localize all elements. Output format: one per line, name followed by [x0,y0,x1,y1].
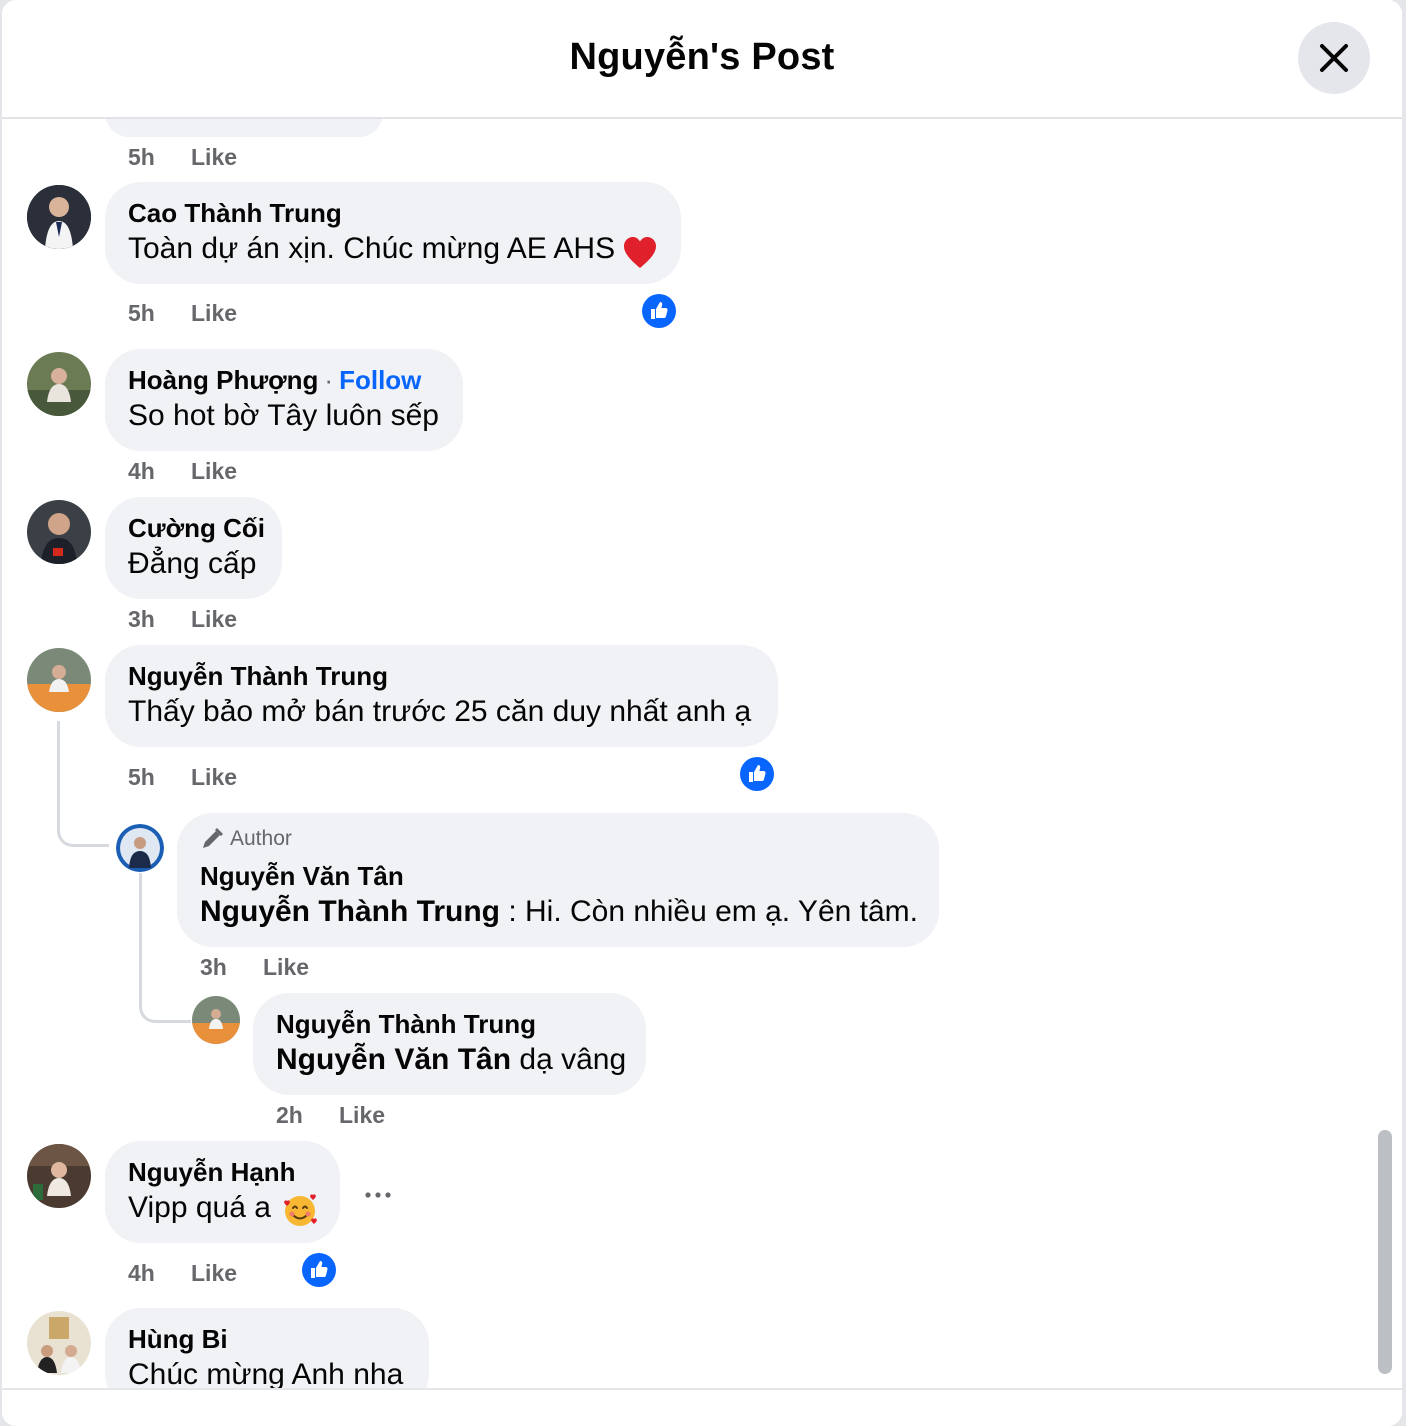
reply-body: : Hi. Còn nhiều em ạ. Yên tâm. [500,895,918,928]
smiling-face-with-hearts-icon [284,1194,317,1226]
comment-bubble-partial [105,119,383,137]
avatar[interactable] [192,996,240,1044]
avatar[interactable] [27,1144,91,1208]
comment-time: 5h [128,300,155,326]
avatar-image [27,352,91,416]
like-reaction-icon [302,1253,336,1287]
author-badge: Author [200,827,292,851]
avatar[interactable] [27,352,91,416]
follow-button[interactable]: Follow [339,365,421,395]
mention-link[interactable]: Nguyễn Văn Tân [276,1043,511,1076]
thread-line [57,721,109,847]
commenter-name[interactable]: Nguyễn Văn Tân [200,861,404,892]
commenter-name[interactable]: Nguyễn Thành Trung [128,661,388,692]
comment-time: 5h [128,764,155,790]
commenter-name[interactable]: Nguyễn Hạnh [128,1157,296,1188]
like-reaction-icon [740,757,774,791]
reply-text: Nguyễn Thành Trung : Hi. Còn nhiều em ạ.… [200,895,918,929]
comment-time: 5h [128,144,155,170]
reply-body: dạ vâng [511,1043,627,1076]
avatar-image [116,824,164,872]
commenter-name[interactable]: Nguyễn Thành Trung [276,1009,536,1040]
post-dialog: Nguyễn's Post 5h Like Cao Thành Trung To… [2,0,1402,1426]
like-link[interactable]: Like [263,954,309,981]
like-link[interactable]: Like [191,458,237,485]
reply-text: Nguyễn Văn Tân dạ vâng [276,1043,626,1077]
avatar-image [27,500,91,564]
comment-text: Chúc mừng Anh nha [128,1358,404,1389]
comment-text: So hot bờ Tây luôn sếp [128,399,439,432]
like-link[interactable]: Like [191,300,237,327]
dialog-footer [2,1388,1402,1426]
avatar-image [27,1144,91,1208]
like-link[interactable]: Like [339,1102,385,1129]
avatar-image [27,185,91,249]
pen-icon [203,828,223,848]
like-link[interactable]: Like [191,764,237,791]
reaction-badge[interactable] [640,292,678,330]
dialog-header: Nguyễn's Post [2,0,1402,119]
comments-list[interactable]: 5h Like Cao Thành Trung Toàn dự án xịn. … [2,119,1402,1389]
avatar-image [27,648,91,712]
comment-time: 4h [128,1260,155,1286]
comment-time: 3h [128,606,155,632]
commenter-name[interactable]: Hoàng Phượng [128,365,318,395]
avatar-image [27,1311,91,1375]
avatar[interactable] [27,500,91,564]
dialog-title: Nguyễn's Post [569,36,835,78]
comment-time: 4h [128,458,155,484]
avatar[interactable] [27,1311,91,1375]
mention-link[interactable]: Nguyễn Thành Trung [200,895,500,928]
commenter-name[interactable]: Hùng Bi [128,1324,228,1355]
comment-text: Vipp quá a [128,1191,271,1224]
commenter-name[interactable]: Cao Thành Trung [128,198,342,229]
red-heart-icon [624,237,656,268]
comment-time: 2h [276,1102,303,1128]
like-link[interactable]: Like [191,606,237,633]
separator-dot: · [324,365,334,395]
close-icon [1320,44,1348,72]
avatar[interactable] [27,648,91,712]
like-link[interactable]: Like [191,144,237,171]
like-reaction-icon [642,294,676,328]
reaction-badge[interactable] [738,755,776,793]
comment-text: Toàn dự án xịn. Chúc mừng AE AHS [128,232,616,265]
close-button[interactable] [1298,22,1370,94]
commenter-name[interactable]: Cường Cối [128,513,265,544]
comment-text: Thấy bảo mở bán trước 25 căn duy nhất an… [128,695,752,728]
commenter-name-row: Hoàng Phượng · Follow [128,365,421,396]
more-dots-icon [365,1192,391,1198]
author-label: Author [230,827,292,850]
avatar[interactable] [116,824,164,872]
comment-text: Đẳng cấp [128,547,257,580]
comment-time: 3h [200,954,227,980]
reaction-badge[interactable] [300,1251,338,1289]
avatar-image [192,996,240,1044]
like-link[interactable]: Like [191,1260,237,1287]
avatar[interactable] [27,185,91,249]
more-options-button[interactable] [364,1175,392,1206]
scrollbar-thumb[interactable] [1378,1130,1392,1374]
